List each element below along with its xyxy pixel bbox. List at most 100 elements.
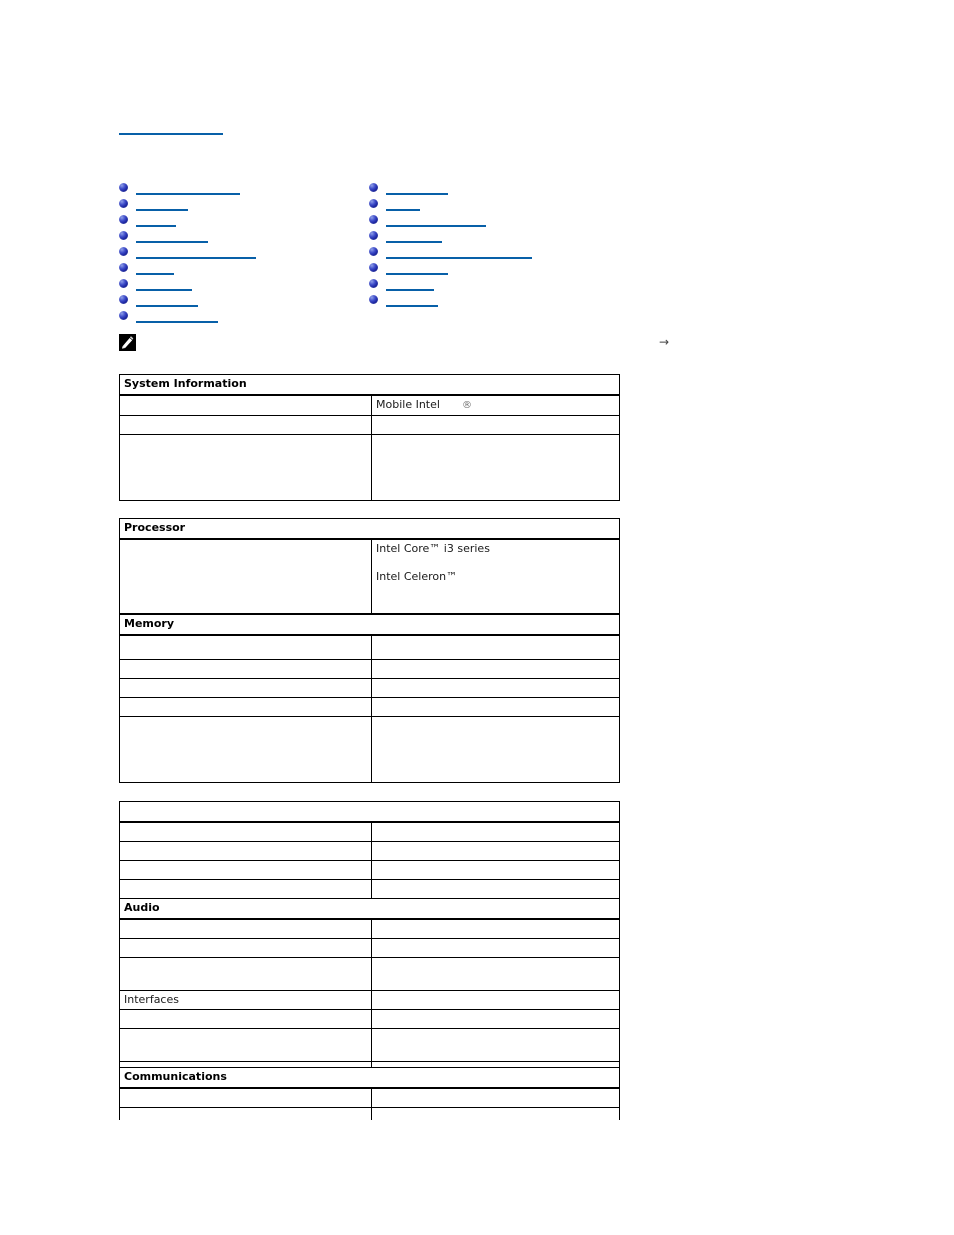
bullet-icon [119, 279, 128, 288]
table-row: DRAM bus width 64-bit channels [119, 434, 620, 501]
row-value: DDR3 1333 MHz [371, 677, 620, 698]
bullet-icon [119, 295, 128, 304]
list-item[interactable]: Keyboard and Touch Pad [369, 244, 789, 259]
row-value [370, 990, 621, 1010]
list-item[interactable]: Processor [119, 196, 359, 211]
section-header-system-information: System Information [119, 374, 620, 396]
toc-link-system-information[interactable]: System Information [136, 180, 244, 195]
row-value: 1 GB, 2 GB, and 4 GB [371, 658, 620, 679]
row-label: DRAM bus width [119, 434, 372, 501]
row-label: Audio controller [119, 938, 372, 958]
table-row: Video type integrated on system board [119, 821, 620, 842]
list-item[interactable]: Audio [119, 260, 359, 275]
bullet-icon [369, 183, 378, 192]
section-header-audio: Audio [118, 898, 621, 920]
list-item[interactable]: Display [369, 228, 789, 243]
row-value: IDT 92HD81B [370, 938, 621, 958]
list-item[interactable]: Communications Card [119, 244, 359, 259]
bullet-icon [119, 263, 128, 272]
list-item[interactable]: Drives [119, 276, 359, 291]
row-label: Wireless [119, 1107, 372, 1174]
section-header-processor: Processor [118, 518, 621, 540]
row-value: 64-bit channels [371, 434, 620, 501]
table-row: Network adapter 10/100 Ethernet LAN [119, 1087, 620, 1108]
row-value: two-channel High Definition audio [370, 918, 621, 939]
list-item[interactable]: Physical [369, 292, 789, 307]
row-value: High Definition audio [370, 1009, 621, 1029]
table-row: Internal High Definition audio [119, 1009, 621, 1029]
toc-link-physical[interactable]: Physical [386, 292, 438, 307]
row-label: External [119, 1028, 372, 1062]
note-callout: NOTE: Offerings may vary by region. For … [119, 334, 782, 354]
table-row: Audio type two-channel High Definition a… [119, 918, 621, 939]
row-value: microphone-in connector, stereo headphon… [370, 1028, 621, 1062]
list-item[interactable]: Battery [369, 260, 789, 275]
row-value: integrated video [371, 841, 620, 861]
toc-link-battery[interactable]: Battery [386, 260, 448, 275]
table-row: Memory type DDR3 1333 MHz [119, 677, 620, 698]
toc-link-audio[interactable]: Audio [136, 260, 174, 275]
toc-link-processor[interactable]: Processor [136, 196, 189, 211]
table-row: Video memory up to 1.6 GB shared memory [119, 879, 620, 899]
row-value-text: Mobile Intel [376, 398, 440, 411]
toc-link-keyboard-and-touch-pad[interactable]: Keyboard and Touch Pad [386, 244, 532, 259]
table-row: Audio [118, 898, 621, 920]
row-label: Data bus width [119, 415, 372, 435]
table-row: Audio controller IDT 92HD81B [119, 938, 621, 958]
row-label: Types [119, 538, 372, 614]
toc-link-power[interactable]: Power [386, 276, 434, 291]
list-item[interactable]: Connectors [119, 292, 359, 307]
row-value: up to 1.6 GB shared memory [371, 879, 620, 899]
list-item[interactable]: Memory [119, 212, 359, 227]
table-row: Data bus integrated video [119, 841, 620, 861]
toc-link-video[interactable]: Video [386, 180, 448, 195]
list-item[interactable]: Video [369, 180, 789, 195]
toc-link-display[interactable]: Display [386, 228, 442, 243]
back-to-contents-row: Back to Contents Page [119, 120, 519, 136]
row-label: Video controller [119, 860, 372, 880]
bullet-icon [119, 183, 128, 192]
bullet-icon [369, 263, 378, 272]
row-label: Stereo conversion [119, 957, 372, 991]
row-label: Memory module capacities [119, 658, 372, 679]
list-item[interactable]: Power [369, 276, 789, 291]
table-row: Wireless internal WLAN and Bluetooth wir… [119, 1107, 620, 1174]
spec-table-memory: Memory Memory module connector two user-… [119, 614, 620, 783]
toc-link-controls-and-lights[interactable]: Controls and Lights [136, 308, 242, 323]
table-row: External microphone-in connector, stereo… [119, 1028, 621, 1062]
bullet-icon [119, 199, 128, 208]
table-row: Interfaces [119, 990, 621, 1010]
toc-link-video-card[interactable]: Video Card [136, 228, 208, 243]
bullet-icon [119, 231, 128, 240]
list-item[interactable]: System Information [119, 180, 359, 195]
row-value: 64 bits [371, 415, 620, 435]
note-text: NOTE: Offerings may vary by region. For … [145, 336, 783, 349]
row-label: Data bus [119, 841, 372, 861]
list-item[interactable]: Expansion Bus [369, 212, 789, 227]
table-row [119, 801, 620, 823]
row-value: 1 GB [371, 696, 620, 717]
row-value: two user-accessible SODIMM sockets [371, 634, 620, 660]
toc-link-connectors[interactable]: Connectors [136, 292, 198, 307]
list-item[interactable]: Video Card [119, 228, 359, 243]
toc-link-bus[interactable]: Bus [386, 196, 420, 211]
list-item[interactable]: Controls and Lights [119, 308, 359, 323]
row-label-interfaces: Interfaces [119, 990, 372, 1010]
row-label: Memory type [119, 677, 372, 698]
section-header-video [119, 801, 620, 823]
toc-link-drives[interactable]: Drives [136, 276, 192, 291]
toc-link-memory[interactable]: Memory [136, 212, 181, 227]
back-to-contents-link[interactable]: Back to Contents Page [119, 120, 243, 135]
note-pencil-icon [119, 334, 136, 351]
list-item[interactable]: Bus [369, 196, 789, 211]
bullet-icon [119, 247, 128, 256]
toc-left-column: System Information Processor Memory Vide… [119, 180, 359, 324]
table-row: Stereo conversion 24-bit (analog-to-digi… [119, 957, 621, 991]
table-row: Memory module connector two user-accessi… [119, 634, 620, 660]
row-value: internal WLAN and Bluetooth wireless [371, 1107, 620, 1174]
toc-link-expansion-bus[interactable]: Expansion Bus [386, 212, 486, 227]
spec-table-communications: Communications Network adapter 10/100 Et… [119, 1067, 620, 1174]
row-label: Audio type [119, 918, 372, 939]
row-value: 24-bit (analog-to-digital and digital-to… [370, 957, 621, 991]
toc-link-communications-card[interactable]: Communications Card [136, 244, 258, 259]
